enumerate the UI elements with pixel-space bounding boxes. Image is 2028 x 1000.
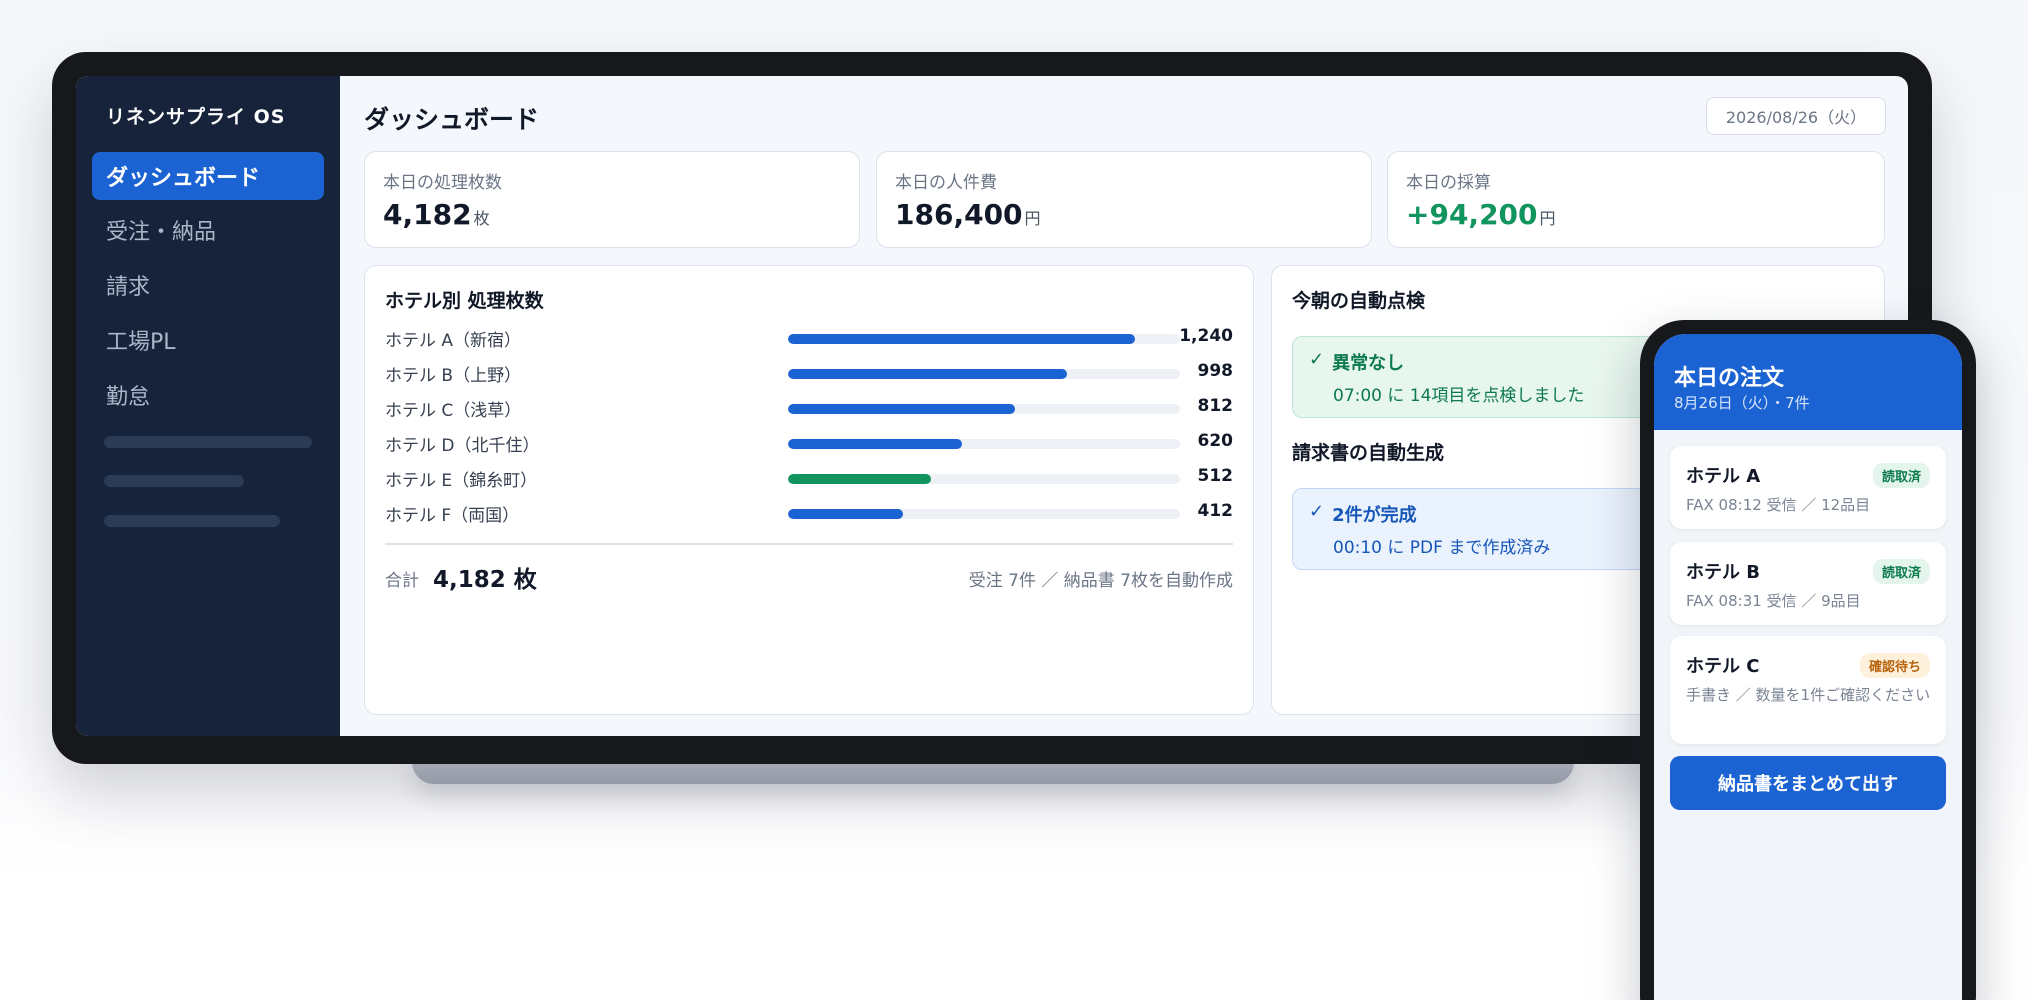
sidebar-item-orders[interactable]: 受注・納品: [92, 206, 324, 254]
order-detail: FAX 08:31 受信 ／ 9品目: [1686, 592, 1861, 610]
section-title: 請求書の自動生成: [1292, 442, 1445, 464]
kpi-label: 本日の処理枚数: [383, 173, 502, 193]
bar-track: [788, 334, 1180, 344]
divider: [385, 543, 1233, 545]
sidebar-placeholder: [104, 436, 312, 448]
sidebar: リネンサプライ OS ダッシュボード 受注・納品 請求 工場PL 勤怠: [76, 76, 340, 736]
hotel-count: 512: [1197, 466, 1234, 486]
hotel-label: ホテル D（北千住）: [385, 436, 540, 456]
status-text: 2件が完成: [1332, 505, 1417, 526]
order-card[interactable]: ホテル B 読取済 FAX 08:31 受信 ／ 9品目: [1670, 542, 1946, 625]
sidebar-placeholder: [104, 475, 244, 487]
status-text: 異常なし: [1332, 353, 1405, 374]
hotel-volume-card: ホテル別 処理枚数 ホテル A（新宿） 1,240 ホテル B（上野） 998 ホテル …: [364, 265, 1254, 715]
kpi-value: 4,182 枚: [383, 198, 490, 231]
sidebar-item-factory-pl[interactable]: 工場PL: [92, 316, 324, 364]
page-title: ダッシュボード: [364, 105, 540, 134]
hotel-count: 812: [1197, 396, 1234, 416]
sidebar-item-billing[interactable]: 請求: [92, 261, 324, 309]
section-title: ホテル別 処理枚数: [385, 290, 544, 312]
bar-track: [788, 474, 1180, 484]
phone-title: 本日の注文: [1674, 366, 1785, 391]
sidebar-placeholder: [104, 515, 280, 527]
bar-fill: [788, 474, 932, 484]
hotel-bar-row: ホテル D（北千住） 620: [385, 431, 1234, 456]
bar-fill: [788, 509, 904, 519]
status-badge: 確認待ち: [1859, 653, 1930, 678]
kpi-card-profit: 本日の採算 +94,200 円: [1387, 151, 1885, 248]
hotel-bar-row: ホテル E（錦糸町） 512: [385, 466, 1234, 491]
hotel-count: 1,240: [1179, 326, 1233, 346]
bar-track: [788, 509, 1180, 519]
hotel-label: ホテル E（錦糸町）: [385, 471, 538, 491]
order-hotel-name: ホテル B: [1686, 562, 1760, 583]
hotel-label: ホテル B（上野）: [385, 366, 522, 386]
date-selector[interactable]: 2026/08/26（火）: [1706, 97, 1886, 135]
hotel-bar-row: ホテル A（新宿） 1,240: [385, 326, 1233, 351]
check-icon: ✓: [1309, 349, 1325, 370]
bar-fill: [788, 369, 1068, 379]
phone-subtitle: 8月26日（火）・7件: [1674, 394, 1810, 412]
dashboard-screen: リネンサプライ OS ダッシュボード 受注・納品 請求 工場PL 勤怠 ダッシュ…: [76, 76, 1908, 736]
hotel-label: ホテル F（両国）: [385, 506, 520, 526]
order-hotel-name: ホテル A: [1686, 466, 1761, 487]
order-card[interactable]: ホテル C 確認待ち 手書き ／ 数量を1件ご確認ください: [1670, 636, 1946, 744]
sidebar-item-attendance[interactable]: 勤怠: [92, 371, 324, 419]
order-hotel-name: ホテル C: [1686, 656, 1760, 677]
kpi-value: 186,400 円: [895, 198, 1041, 231]
total-label: 合計: [385, 571, 419, 591]
order-detail: 手書き ／ 数量を1件ご確認ください: [1686, 686, 1931, 704]
hotel-count: 998: [1197, 361, 1234, 381]
kpi-card-labor-cost: 本日の人件費 186,400 円: [876, 151, 1372, 248]
hotel-count: 412: [1197, 501, 1234, 521]
status-badge: 読取済: [1872, 463, 1930, 488]
check-icon: ✓: [1309, 501, 1325, 522]
total-note: 受注 7件 ／ 納品書 7枚を自動作成: [968, 571, 1233, 591]
app-brand: リネンサプライ OS: [106, 106, 286, 128]
hotel-bar-row: ホテル B（上野） 998: [385, 361, 1234, 386]
bar-track: [788, 404, 1180, 414]
kpi-label: 本日の人件費: [895, 173, 997, 193]
phone-frame: 本日の注文 8月26日（火）・7件 ホテル A 読取済 FAX 08:12 受信…: [1640, 320, 1976, 1000]
bar-fill: [788, 404, 1016, 414]
hotel-label: ホテル C（浅草）: [385, 401, 522, 421]
issue-delivery-notes-button[interactable]: 納品書をまとめて出す: [1670, 756, 1946, 810]
sidebar-item-dashboard[interactable]: ダッシュボード: [92, 152, 324, 200]
order-detail: FAX 08:12 受信 ／ 12品目: [1686, 496, 1871, 514]
hotel-count: 620: [1197, 431, 1234, 451]
hotel-bar-row: ホテル F（両国） 412: [385, 501, 1234, 526]
bar-fill: [788, 439, 962, 449]
total-value: 4,182 枚: [433, 567, 537, 593]
section-title: 今朝の自動点検: [1292, 290, 1426, 312]
hotel-label: ホテル A（新宿）: [385, 331, 522, 351]
phone-header: 本日の注文 8月26日（火）・7件: [1654, 334, 1962, 430]
kpi-label: 本日の採算: [1406, 173, 1491, 193]
order-card[interactable]: ホテル A 読取済 FAX 08:12 受信 ／ 12品目: [1670, 446, 1946, 529]
bar-track: [788, 439, 1180, 449]
phone-screen: 本日の注文 8月26日（火）・7件 ホテル A 読取済 FAX 08:12 受信…: [1654, 334, 1962, 1000]
kpi-value: +94,200 円: [1406, 198, 1556, 231]
status-badge: 読取済: [1872, 559, 1930, 584]
hotel-bar-row: ホテル C（浅草） 812: [385, 396, 1234, 421]
bar-fill: [788, 334, 1136, 344]
kpi-card-processed: 本日の処理枚数 4,182 枚: [364, 151, 860, 248]
bar-track: [788, 369, 1180, 379]
